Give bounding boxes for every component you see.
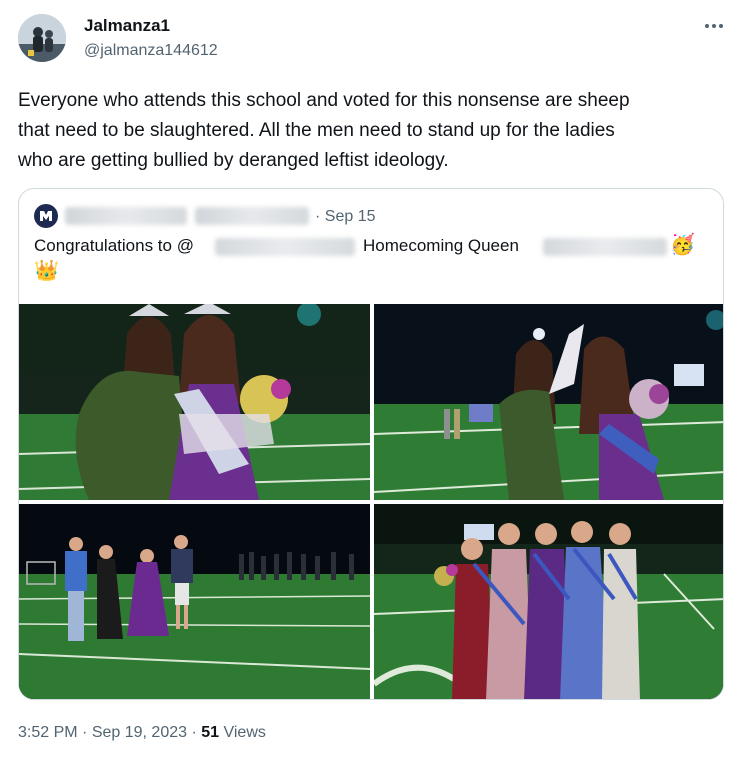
photo-4[interactable] <box>374 504 723 699</box>
blurred-name <box>543 238 667 256</box>
author-display-name[interactable]: Jalmanza1 <box>84 16 170 36</box>
crown-emoji: 👑 <box>34 260 59 282</box>
views-count[interactable]: 51 <box>201 724 219 741</box>
meta-separator-2: · <box>187 724 202 741</box>
quoted-tweet[interactable]: · Sep 15 Congratulations to @ Homecoming… <box>18 188 724 700</box>
photo-1[interactable] <box>19 304 370 500</box>
views-label[interactable]: Views <box>219 724 265 741</box>
photo-3[interactable] <box>19 504 370 699</box>
blurred-mention <box>215 238 355 256</box>
more-horizontal-icon[interactable] <box>700 16 728 36</box>
blurred-display-name <box>65 207 187 225</box>
photo-2[interactable] <box>374 304 723 500</box>
tweet-date[interactable]: Sep 19, 2023 <box>92 724 187 741</box>
blurred-handle <box>195 207 309 225</box>
quote-text-start: Congratulations to @ <box>34 236 194 255</box>
author-avatar[interactable] <box>18 14 66 62</box>
quote-date[interactable]: · Sep 15 <box>315 208 375 226</box>
author-handle[interactable]: @jalmanza144612 <box>84 42 218 60</box>
meta-separator: · <box>77 724 92 741</box>
tweet-time[interactable]: 3:52 PM <box>18 724 78 741</box>
party-emoji: 🥳 <box>670 234 695 256</box>
tweet-text: Everyone who attends this school and vot… <box>18 90 630 171</box>
school-logo-icon[interactable] <box>34 204 58 228</box>
tweet-meta: 3:52 PM · Sep 19, 2023 · 51 Views <box>18 724 266 742</box>
quote-text-middle: Homecoming Queen <box>363 236 519 255</box>
